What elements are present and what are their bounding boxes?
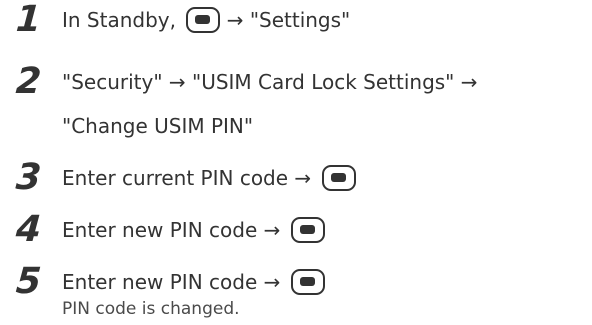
step-text: In Standby, → "Settings" (62, 0, 350, 40)
step-number: 3 (14, 157, 43, 198)
center-key-icon (290, 216, 325, 243)
step-number: 4 (14, 209, 43, 250)
step-number: 1 (14, 0, 43, 40)
center-key-icon (186, 6, 221, 33)
step-text-before: In Standby, (62, 8, 176, 32)
step-text: Enter new PIN code → (62, 210, 325, 250)
step-text: Enter current PIN code → (62, 158, 356, 198)
step-text-after: → "Settings" (226, 8, 351, 32)
step-number: 5 (14, 261, 43, 302)
step-text-line-1: "Security" → "USIM Card Lock Settings" → (62, 70, 478, 94)
step-text-before: Enter new PIN code → (62, 270, 281, 294)
step-text-before: Enter new PIN code → (62, 218, 281, 242)
step-text-line-2: "Change USIM PIN" (62, 114, 254, 138)
result-note: PIN code is changed. (62, 299, 240, 319)
center-key-icon (290, 268, 325, 295)
step-number: 2 (14, 61, 43, 102)
center-key-icon (321, 164, 356, 191)
step-text-before: Enter current PIN code → (62, 166, 312, 190)
